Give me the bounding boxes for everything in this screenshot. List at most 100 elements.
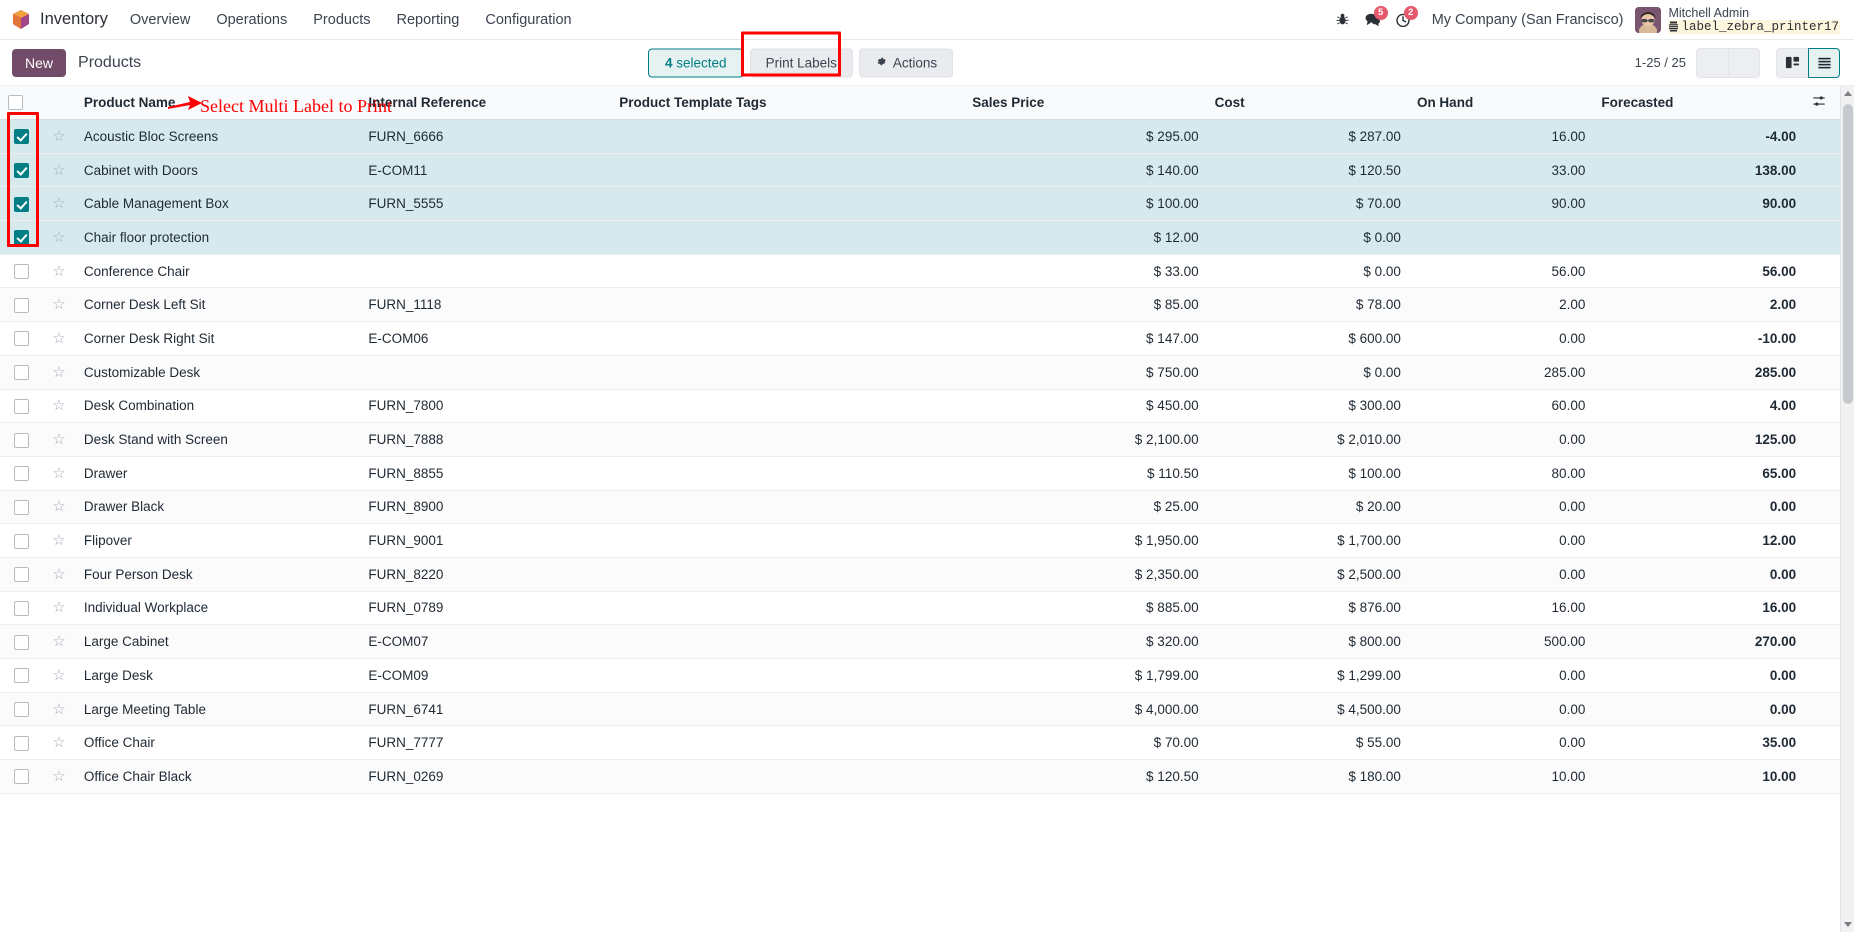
bug-icon[interactable] <box>1328 5 1358 35</box>
table-row[interactable]: ☆ Large Meeting Table FURN_6741 $ 4,000.00 $… <box>0 692 1840 727</box>
menu-item-overview[interactable]: Overview <box>130 12 190 28</box>
row-checkbox[interactable] <box>13 702 29 717</box>
print-labels-button[interactable]: Print Labels <box>749 48 853 77</box>
activities-badge: 2 <box>1403 5 1418 20</box>
row-checkbox[interactable] <box>13 129 29 145</box>
star-outline-icon[interactable]: ☆ <box>52 397 65 414</box>
select-all-checkbox[interactable] <box>8 95 23 111</box>
breadcrumb[interactable]: Products <box>78 54 141 72</box>
actions-button[interactable]: Actions <box>858 48 954 77</box>
row-checkbox[interactable] <box>13 297 29 313</box>
table-row[interactable]: ☆ Drawer FURN_8855 $ 110.50 $ 100.00 80.00 65.… <box>0 456 1840 491</box>
row-checkbox[interactable] <box>13 634 29 650</box>
menu-item-operations[interactable]: Operations <box>216 12 287 28</box>
vertical-scrollbar[interactable] <box>1840 86 1854 932</box>
star-outline-icon[interactable]: ☆ <box>52 296 65 313</box>
list-view-icon[interactable] <box>1808 47 1840 78</box>
table-row[interactable]: ☆ Flipover FURN_9001 $ 1,950.00 $ 1,700.00 0.… <box>0 523 1840 558</box>
column-header-forecasted[interactable]: Forecasted <box>1593 86 1805 120</box>
row-checkbox[interactable] <box>13 196 29 212</box>
table-row[interactable]: ☆ Office Chair Black FURN_0269 $ 120.50 $ 18… <box>0 759 1840 794</box>
table-row[interactable]: ☆ Desk Combination FURN_7800 $ 450.00 $ 300.… <box>0 389 1840 424</box>
row-checkbox[interactable] <box>13 264 29 280</box>
table-row[interactable]: ☆ Individual Workplace FURN_0789 $ 885.00 $ … <box>0 591 1840 626</box>
row-checkbox[interactable] <box>13 769 29 785</box>
row-checkbox[interactable] <box>13 499 29 515</box>
star-outline-icon[interactable]: ☆ <box>52 701 65 718</box>
table-row[interactable]: ☆ Chair floor protection $ 12.00 $ 0.00 <box>0 220 1840 255</box>
star-outline-icon[interactable]: ☆ <box>52 498 65 515</box>
star-outline-icon[interactable]: ☆ <box>52 667 65 684</box>
row-checkbox[interactable] <box>13 668 29 684</box>
star-outline-icon[interactable]: ☆ <box>52 330 65 347</box>
scroll-up-icon[interactable] <box>1844 91 1852 96</box>
company-switcher[interactable]: My Company (San Francisco) <box>1432 12 1624 28</box>
table-row[interactable]: ☆ Cable Management Box FURN_5555 $ 100.00 $ … <box>0 186 1840 222</box>
user-menu[interactable]: Mitchell Admin label_zebra_printer17 <box>1668 6 1840 34</box>
activities-icon[interactable]: 2 <box>1388 5 1418 35</box>
column-header-on-hand[interactable]: On Hand <box>1408 86 1594 120</box>
star-outline-icon[interactable]: ☆ <box>52 229 65 246</box>
row-checkbox[interactable] <box>13 163 29 178</box>
table-row[interactable]: ☆ Corner Desk Left Sit FURN_1118 $ 85.00 $ 7… <box>0 287 1840 323</box>
table-row[interactable]: ☆ Drawer Black FURN_8900 $ 25.00 $ 20.00 0.00… <box>0 490 1840 525</box>
row-checkbox[interactable] <box>13 735 29 751</box>
scrollbar-thumb[interactable] <box>1843 104 1853 404</box>
selected-count-button[interactable]: 4 selected <box>648 48 744 77</box>
scroll-down-icon[interactable] <box>1844 922 1852 927</box>
star-outline-icon[interactable]: ☆ <box>52 566 65 583</box>
column-header-sales-price[interactable]: Sales Price <box>964 86 1207 120</box>
table-row[interactable]: ☆ Office Chair FURN_7777 $ 70.00 $ 55.00 0.00… <box>0 725 1840 761</box>
row-checkbox[interactable] <box>13 466 29 482</box>
table-row[interactable]: ☆ Customizable Desk $ 750.00 $ 0.00 285.00 28… <box>0 355 1840 390</box>
pager: 1-25 / 25 <box>1634 55 1686 70</box>
star-outline-icon[interactable]: ☆ <box>52 162 65 179</box>
cell-internal-reference: FURN_9001 <box>360 523 612 558</box>
star-outline-icon[interactable]: ☆ <box>52 633 65 650</box>
row-checkbox[interactable] <box>13 331 29 347</box>
star-outline-icon[interactable]: ☆ <box>52 532 65 549</box>
star-outline-icon[interactable]: ☆ <box>52 263 65 280</box>
table-row[interactable]: ☆ Corner Desk Right Sit E-COM06 $ 147.00 $ 6… <box>0 321 1840 356</box>
table-row[interactable]: ☆ Large Cabinet E-COM07 $ 320.00 $ 800.00 500… <box>0 624 1840 659</box>
app-name[interactable]: Inventory <box>40 10 108 29</box>
table-row[interactable]: ☆ Cabinet with Doors E-COM11 $ 140.00 $ 120.… <box>0 153 1840 188</box>
star-outline-icon[interactable]: ☆ <box>52 128 65 145</box>
odoo-cube-icon[interactable] <box>10 9 32 31</box>
row-checkbox[interactable] <box>13 600 29 616</box>
table-row[interactable]: ☆ Conference Chair $ 33.00 $ 0.00 56.00 56.00 <box>0 254 1840 289</box>
star-outline-icon[interactable]: ☆ <box>52 465 65 482</box>
star-outline-icon[interactable]: ☆ <box>52 734 65 751</box>
row-checkbox[interactable] <box>13 432 29 448</box>
star-outline-icon[interactable]: ☆ <box>52 364 65 381</box>
cell-product-name: Individual Workplace <box>75 591 361 626</box>
star-outline-icon[interactable]: ☆ <box>52 195 65 212</box>
row-checkbox[interactable] <box>13 567 29 583</box>
column-header-internal-reference[interactable]: Internal Reference <box>360 86 612 120</box>
star-outline-icon[interactable]: ☆ <box>52 599 65 616</box>
pager-previous-button[interactable] <box>1696 47 1728 78</box>
table-row[interactable]: ☆ Desk Stand with Screen FURN_7888 $ 2,100.… <box>0 422 1840 457</box>
messages-icon[interactable]: 5 <box>1358 5 1388 35</box>
row-checkbox[interactable] <box>13 398 29 414</box>
row-checkbox[interactable] <box>13 230 29 246</box>
column-options-icon[interactable] <box>1804 86 1840 120</box>
menu-item-configuration[interactable]: Configuration <box>485 12 571 28</box>
table-row[interactable]: ☆ Large Desk E-COM09 $ 1,799.00 $ 1,299.00 0.… <box>0 658 1840 693</box>
new-button[interactable]: New <box>12 48 67 77</box>
menu-item-products[interactable]: Products <box>313 12 370 28</box>
menu-item-reporting[interactable]: Reporting <box>396 12 459 28</box>
kanban-view-icon[interactable] <box>1776 47 1808 78</box>
avatar[interactable] <box>1635 6 1662 33</box>
star-outline-icon[interactable]: ☆ <box>52 768 65 785</box>
row-checkbox[interactable] <box>13 533 29 549</box>
favorite-cell: ☆ <box>42 725 76 761</box>
star-outline-icon[interactable]: ☆ <box>52 431 65 448</box>
pager-next-button[interactable] <box>1728 47 1760 78</box>
row-options-cell <box>1804 153 1840 188</box>
row-checkbox[interactable] <box>13 365 29 381</box>
table-row[interactable]: ☆ Four Person Desk FURN_8220 $ 2,350.00 $ 2,… <box>0 557 1840 592</box>
column-header-product-template-tags[interactable]: Product Template Tags <box>611 86 965 120</box>
table-row[interactable]: ☆ Acoustic Bloc Screens FURN_6666 $ 295.00 $… <box>0 119 1840 154</box>
column-header-cost[interactable]: Cost <box>1206 86 1409 120</box>
